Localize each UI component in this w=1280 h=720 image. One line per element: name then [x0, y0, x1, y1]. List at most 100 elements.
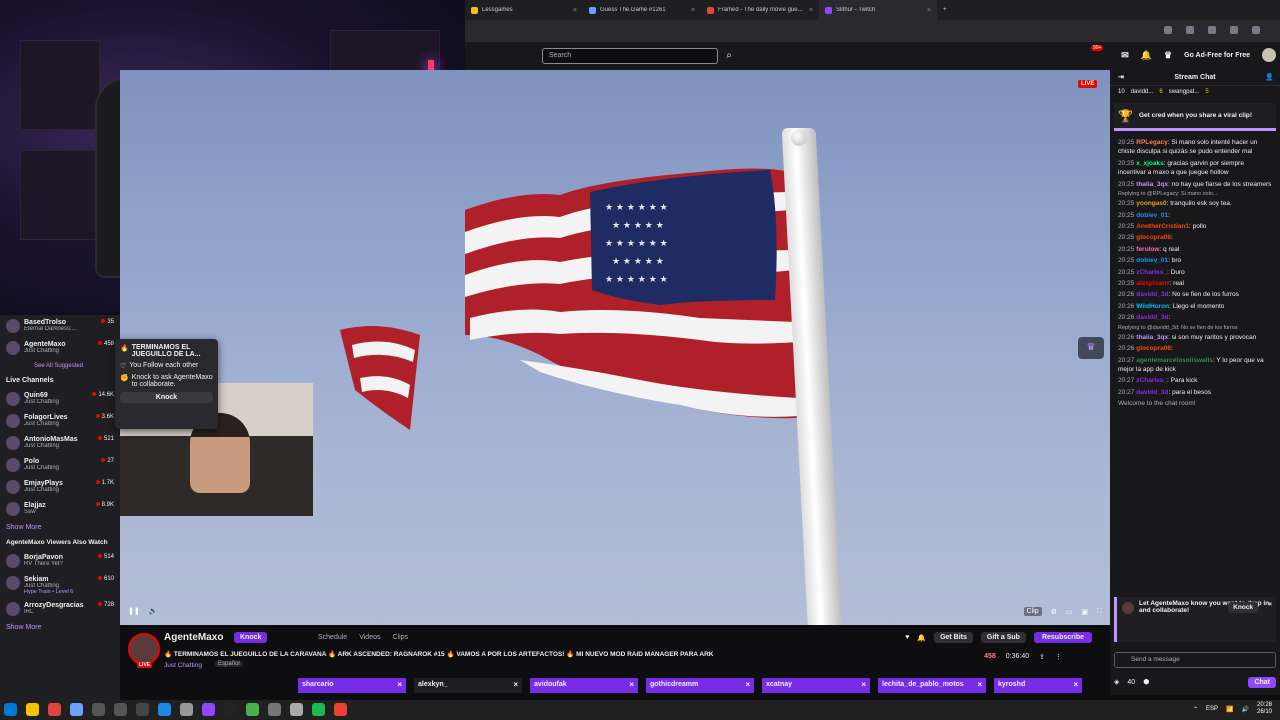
videos-link[interactable]: Videos: [359, 634, 380, 641]
chat-message[interactable]: 20:25 glocopra06:: [1118, 233, 1272, 242]
chat-username[interactable]: dobiev_01: [1136, 212, 1168, 219]
close-icon[interactable]: ×: [513, 680, 518, 689]
close-tab-icon[interactable]: ×: [927, 7, 931, 14]
raid-chip[interactable]: sharcario ×: [298, 678, 406, 693]
chat-message[interactable]: 20:25 RPLegacy: Si mano solo intenté hace…: [1118, 138, 1272, 157]
show-more-button[interactable]: Show More: [0, 520, 120, 535]
raid-chip[interactable]: avidoufak ×: [530, 678, 638, 693]
chat-message[interactable]: 20:25 dobiev_01: bro: [1118, 256, 1272, 265]
search-input[interactable]: Search: [542, 48, 718, 64]
volume-icon[interactable]: 🔊: [149, 607, 158, 615]
close-icon[interactable]: ×: [977, 680, 982, 689]
more-options-icon[interactable]: ⋮: [1055, 653, 1062, 661]
twitch-icon[interactable]: [202, 703, 215, 716]
spotify-icon[interactable]: [312, 703, 325, 716]
chat-username[interactable]: davidd_3d: [1136, 389, 1168, 396]
app-icon[interactable]: [180, 703, 193, 716]
close-tab-icon[interactable]: ×: [809, 7, 813, 14]
chat-message[interactable]: 20:25 AnotherCristian1: pollo: [1118, 222, 1272, 231]
volume-icon[interactable]: 🔊: [1242, 706, 1249, 713]
channel-avatar[interactable]: [128, 633, 160, 665]
chat-username[interactable]: zCharles_: [1136, 269, 1167, 276]
chat-username[interactable]: alexpixarrr: [1136, 280, 1169, 287]
sidebar-channel[interactable]: AntonioMasMas Just Chatting 521: [0, 432, 120, 454]
ad-free-button[interactable]: Go Ad-Free for Free: [1184, 52, 1250, 59]
clips-link[interactable]: Clips: [392, 634, 408, 641]
chat-message[interactable]: 20:25 dobiev_01:: [1118, 211, 1272, 220]
chat-username[interactable]: zCharles_: [1136, 377, 1167, 384]
resubscribe-button[interactable]: Resubscribe: [1033, 632, 1092, 643]
get-bits-button[interactable]: Get Bits: [934, 632, 973, 643]
knock-button[interactable]: Knock: [234, 632, 268, 643]
language-tag[interactable]: Español: [215, 661, 243, 667]
users-icon[interactable]: 👤: [1265, 73, 1274, 81]
raid-chip[interactable]: xcatnay ×: [762, 678, 870, 693]
chat-message[interactable]: 20:25 alexpixarrr: real: [1118, 279, 1272, 288]
browser-tab[interactable]: Framed - The daily movie gue... ×: [701, 0, 819, 20]
bookmark-icon[interactable]: [1164, 26, 1172, 34]
chat-username[interactable]: thalia_3qx: [1136, 334, 1168, 341]
chat-send-button[interactable]: Chat: [1248, 676, 1276, 688]
chat-input[interactable]: Send a message: [1114, 652, 1276, 668]
start-icon[interactable]: [4, 703, 17, 716]
chat-username[interactable]: x_xjoaks: [1136, 160, 1163, 167]
sidebar-channel[interactable]: ArrozyDesgracias IRL 728: [0, 598, 120, 620]
browser-address-bar[interactable]: [465, 20, 1280, 42]
chat-message[interactable]: 20:25 x_xjoaks: gracias garvin por siempr…: [1118, 159, 1272, 178]
app-icon[interactable]: [92, 703, 105, 716]
sidebar-channel[interactable]: Quin69 Just Chatting 14.6K: [0, 388, 120, 410]
browser-tab-active[interactable]: Slithur - Twitch ×: [819, 0, 937, 20]
chat-message[interactable]: 20:26 thalia_3qx: si son muy raritos y pr…: [1118, 333, 1272, 342]
browser-tab[interactable]: Guess The.Game #1261 ×: [583, 0, 701, 20]
pause-icon[interactable]: ❚❚: [128, 607, 140, 615]
extension-icon[interactable]: [1208, 26, 1216, 34]
close-icon[interactable]: ×: [1073, 680, 1078, 689]
sidebar-channel[interactable]: Sekiam Just Chatting Hype Train • Level 66…: [0, 572, 120, 598]
browser-tab[interactable]: Lessgames ×: [465, 0, 583, 20]
sidebar-channel[interactable]: Elajjaz Saw 8.9K: [0, 498, 120, 520]
chat-username[interactable]: WildHuron: [1136, 303, 1169, 310]
gift-sub-button[interactable]: Gift a Sub: [980, 632, 1026, 643]
menu-icon[interactable]: [1252, 26, 1260, 34]
raid-chip[interactable]: alexkyn_ ×: [414, 678, 522, 693]
user-avatar[interactable]: [1262, 48, 1276, 62]
theatre-mode-icon[interactable]: ▭: [1066, 608, 1073, 616]
chat-message[interactable]: 20:26 davidd_3d:: [1118, 313, 1272, 322]
extension-icon[interactable]: [1186, 26, 1194, 34]
channel-name[interactable]: AgenteMaxo: [164, 632, 223, 643]
crown-icon[interactable]: ♛: [1078, 337, 1104, 359]
close-icon[interactable]: ×: [397, 680, 402, 689]
profile-icon[interactable]: [1230, 26, 1238, 34]
settings-icon[interactable]: ⚙: [1051, 608, 1057, 616]
tray-icon[interactable]: ⌃: [1193, 706, 1198, 713]
share-icon[interactable]: ⇪: [1039, 653, 1045, 661]
raid-chip[interactable]: gothicdreamm ×: [646, 678, 754, 693]
chat-message[interactable]: 20:25 yoongas0: tranquilo esk soy tea.: [1118, 199, 1272, 208]
video-player[interactable]: ★ ★ ★ ★ ★ ★ ★ ★ ★ ★ ★ ★ ★ ★ ★ ★ ★ ★ ★ ★ …: [120, 70, 1110, 625]
chat-message[interactable]: 20:25 zCharles_: Duro: [1118, 268, 1272, 277]
sidebar-channel[interactable]: FolagorLives Just Chatting 3.6K: [0, 410, 120, 432]
chat-username[interactable]: RPLegacy: [1136, 139, 1167, 146]
close-icon[interactable]: ×: [861, 680, 866, 689]
see-all-suggested[interactable]: See All Suggested: [0, 359, 120, 373]
chat-message[interactable]: 20:26 davidd_3d: No se fien de los furros: [1118, 290, 1272, 299]
clock[interactable]: 20:28 26/10: [1257, 702, 1272, 716]
raid-chip[interactable]: kyroshd ×: [994, 678, 1082, 693]
chat-username[interactable]: yoongas0: [1136, 200, 1166, 207]
category-link[interactable]: Just Chatting: [164, 662, 202, 669]
close-icon[interactable]: ×: [629, 680, 634, 689]
chat-username[interactable]: thalia_3qx: [1136, 181, 1168, 188]
wifi-icon[interactable]: 📶: [1226, 706, 1233, 713]
chat-username[interactable]: davidd_3d: [1136, 291, 1168, 298]
chat-message[interactable]: 20:25 thalia_3qx: no hay que fiarse de lo…: [1118, 180, 1272, 189]
leaderboard[interactable]: 10 davidd... 6 swangpat... 5: [1110, 86, 1280, 100]
raid-chip[interactable]: lechita_de_pablo_motos ×: [878, 678, 986, 693]
sidebar-channel[interactable]: EmjayPlays Just Chatting 1.7K: [0, 476, 120, 498]
sidebar-channel[interactable]: BorjaPavon RV There Yet? 514: [0, 550, 120, 572]
notifications-icon[interactable]: 🔔: [1141, 50, 1152, 61]
app-icon[interactable]: [224, 703, 237, 716]
chat-message[interactable]: 20:27 zCharles_: Para kick: [1118, 376, 1272, 385]
close-icon[interactable]: ×: [1268, 601, 1272, 608]
channel-points-icon[interactable]: ◈: [1114, 678, 1119, 686]
chat-message[interactable]: 20:26 glocopra06:: [1118, 344, 1272, 353]
